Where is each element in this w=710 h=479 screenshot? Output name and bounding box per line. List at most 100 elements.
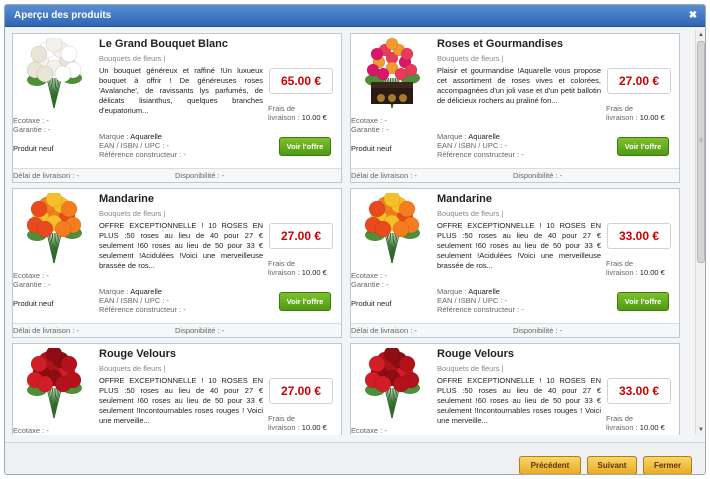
- product-condition: Produit neuf: [13, 144, 54, 153]
- product-category: Bouquets de fleurs |: [437, 54, 504, 63]
- next-button[interactable]: Suivant: [587, 456, 637, 474]
- product-image[interactable]: [17, 35, 91, 116]
- shipping-value: livraison : 10.00 €: [606, 268, 665, 277]
- shipping-value: livraison : 10.00 €: [268, 113, 327, 122]
- product-title[interactable]: Mandarine: [99, 193, 339, 205]
- product-meta: Marque : Aquarelle EAN / ISBN / UPC : - …: [99, 287, 186, 314]
- reference-label: Référence constructeur : -: [99, 150, 186, 159]
- brand-label: Marque :: [99, 287, 129, 296]
- ecotaxe-label: Ecotaxe : -: [13, 271, 49, 280]
- ean-label: EAN / ISBN / UPC : -: [437, 296, 508, 305]
- product-grid: Le Grand Bouquet Blanc Bouquets de fleur…: [9, 30, 694, 435]
- ean-label: EAN / ISBN / UPC : -: [99, 141, 170, 150]
- product-title[interactable]: Mandarine: [437, 193, 677, 205]
- ecotaxe-label: Ecotaxe : -: [351, 426, 387, 435]
- product-image[interactable]: [17, 345, 91, 426]
- shipping-value-label: livraison :: [606, 423, 638, 432]
- shipping-label: Frais de: [268, 104, 296, 113]
- scrollbar-grip-icon: ≡: [699, 138, 703, 144]
- view-offer-button[interactable]: Voir l'offre: [279, 137, 331, 156]
- shipping-label: Frais de: [268, 414, 296, 423]
- availability-label: Disponibilité : -: [513, 171, 563, 180]
- delivery-delay-label: Délai de livraison : -: [351, 171, 417, 180]
- card-footer: Délai de livraison : - Disponibilité : -: [13, 168, 341, 182]
- reference-label: Référence constructeur : -: [99, 305, 186, 314]
- product-category: Bouquets de fleurs |: [437, 364, 504, 373]
- availability-label: Disponibilité : -: [175, 326, 225, 335]
- shipping-cost: 10.00 €: [639, 268, 665, 277]
- dialog-footer: Précédent Suivant Fermer: [5, 442, 705, 474]
- product-card: Mandarine Bouquets de fleurs | OFFRE EXC…: [12, 188, 342, 338]
- product-description: OFFRE EXCEPTIONNELLE ! 10 ROSES EN PLUS …: [99, 221, 263, 270]
- availability-label: Disponibilité : -: [513, 326, 563, 335]
- product-description: OFFRE EXCEPTIONNELLE ! 10 ROSES EN PLUS …: [437, 221, 601, 270]
- close-icon[interactable]: ✖: [687, 5, 699, 27]
- ecotaxe-label: Ecotaxe : -: [351, 116, 387, 125]
- product-title[interactable]: Rouge Velours: [437, 348, 677, 360]
- product-card: Rouge Velours Bouquets de fleurs | OFFRE…: [12, 343, 342, 435]
- shipping-value-label: livraison :: [268, 268, 300, 277]
- previous-button[interactable]: Précédent: [519, 456, 581, 474]
- product-price: 33.00 €: [607, 378, 671, 404]
- reference-label: Référence constructeur : -: [437, 305, 524, 314]
- view-offer-button[interactable]: Voir l'offre: [617, 137, 669, 156]
- brand-label: Marque :: [437, 132, 467, 141]
- brand-value: Aquarelle: [130, 287, 162, 296]
- product-description: OFFRE EXCEPTIONNELLE ! 10 ROSES EN PLUS …: [437, 376, 601, 425]
- ean-label: EAN / ISBN / UPC : -: [437, 141, 508, 150]
- product-meta: Marque : Aquarelle EAN / ISBN / UPC : - …: [437, 287, 524, 314]
- card-footer: Délai de livraison : - Disponibilité : -: [351, 168, 679, 182]
- product-title[interactable]: Le Grand Bouquet Blanc: [99, 38, 339, 50]
- close-button[interactable]: Fermer: [643, 456, 692, 474]
- shipping-cost: 10.00 €: [301, 113, 327, 122]
- card-footer: Délai de livraison : - Disponibilité : -: [351, 323, 679, 337]
- shipping-label: Frais de: [268, 259, 296, 268]
- shipping-value: livraison : 10.00 €: [268, 423, 327, 432]
- shipping-label: Frais de: [606, 259, 634, 268]
- scrollbar-thumb[interactable]: ≡: [697, 41, 705, 263]
- ecotaxe-label: Ecotaxe : -: [13, 426, 49, 435]
- product-price: 65.00 €: [269, 68, 333, 94]
- scroll-up-arrow-icon[interactable]: ▲: [696, 30, 705, 40]
- view-offer-button[interactable]: Voir l'offre: [279, 292, 331, 311]
- dialog-titlebar: Aperçu des produits ✖: [5, 5, 705, 27]
- delivery-delay-label: Délai de livraison : -: [351, 326, 417, 335]
- shipping-value-label: livraison :: [268, 113, 300, 122]
- view-offer-button[interactable]: Voir l'offre: [617, 292, 669, 311]
- product-image[interactable]: [355, 345, 429, 426]
- product-condition: Produit neuf: [13, 299, 54, 308]
- ecotaxe-label: Ecotaxe : -: [351, 271, 387, 280]
- product-card: Rouge Velours Bouquets de fleurs | OFFRE…: [350, 343, 680, 435]
- brand-value: Aquarelle: [130, 132, 162, 141]
- product-title[interactable]: Rouge Velours: [99, 348, 339, 360]
- reference-label: Référence constructeur : -: [437, 150, 524, 159]
- shipping-value-label: livraison :: [268, 423, 300, 432]
- card-footer: Délai de livraison : - Disponibilité : -: [13, 323, 341, 337]
- product-image[interactable]: [17, 190, 91, 271]
- product-condition: Produit neuf: [351, 144, 392, 153]
- delivery-delay-label: Délai de livraison : -: [13, 326, 79, 335]
- shipping-cost: 10.00 €: [301, 268, 327, 277]
- product-title[interactable]: Roses et Gourmandises: [437, 38, 677, 50]
- shipping-value-label: livraison :: [606, 113, 638, 122]
- product-price: 33.00 €: [607, 223, 671, 249]
- brand-label: Marque :: [99, 132, 129, 141]
- scroll-down-arrow-icon[interactable]: ▼: [696, 425, 705, 435]
- product-card: Roses et Gourmandises Bouquets de fleurs…: [350, 33, 680, 183]
- product-image[interactable]: [355, 190, 429, 271]
- shipping-cost: 10.00 €: [301, 423, 327, 432]
- product-price: 27.00 €: [607, 68, 671, 94]
- brand-value: Aquarelle: [468, 287, 500, 296]
- garantie-label: Garantie : -: [13, 125, 51, 134]
- shipping-cost: 10.00 €: [639, 423, 665, 432]
- garantie-label: Garantie : -: [13, 280, 51, 289]
- shipping-label: Frais de: [606, 104, 634, 113]
- product-image[interactable]: [355, 37, 429, 116]
- garantie-label: Garantie : -: [351, 125, 389, 134]
- product-category: Bouquets de fleurs |: [99, 364, 166, 373]
- vertical-scrollbar[interactable]: ▲ ≡ ▼: [695, 30, 705, 435]
- product-meta: Marque : Aquarelle EAN / ISBN / UPC : - …: [437, 132, 524, 159]
- brand-value: Aquarelle: [468, 132, 500, 141]
- shipping-value: livraison : 10.00 €: [606, 423, 665, 432]
- shipping-cost: 10.00 €: [639, 113, 665, 122]
